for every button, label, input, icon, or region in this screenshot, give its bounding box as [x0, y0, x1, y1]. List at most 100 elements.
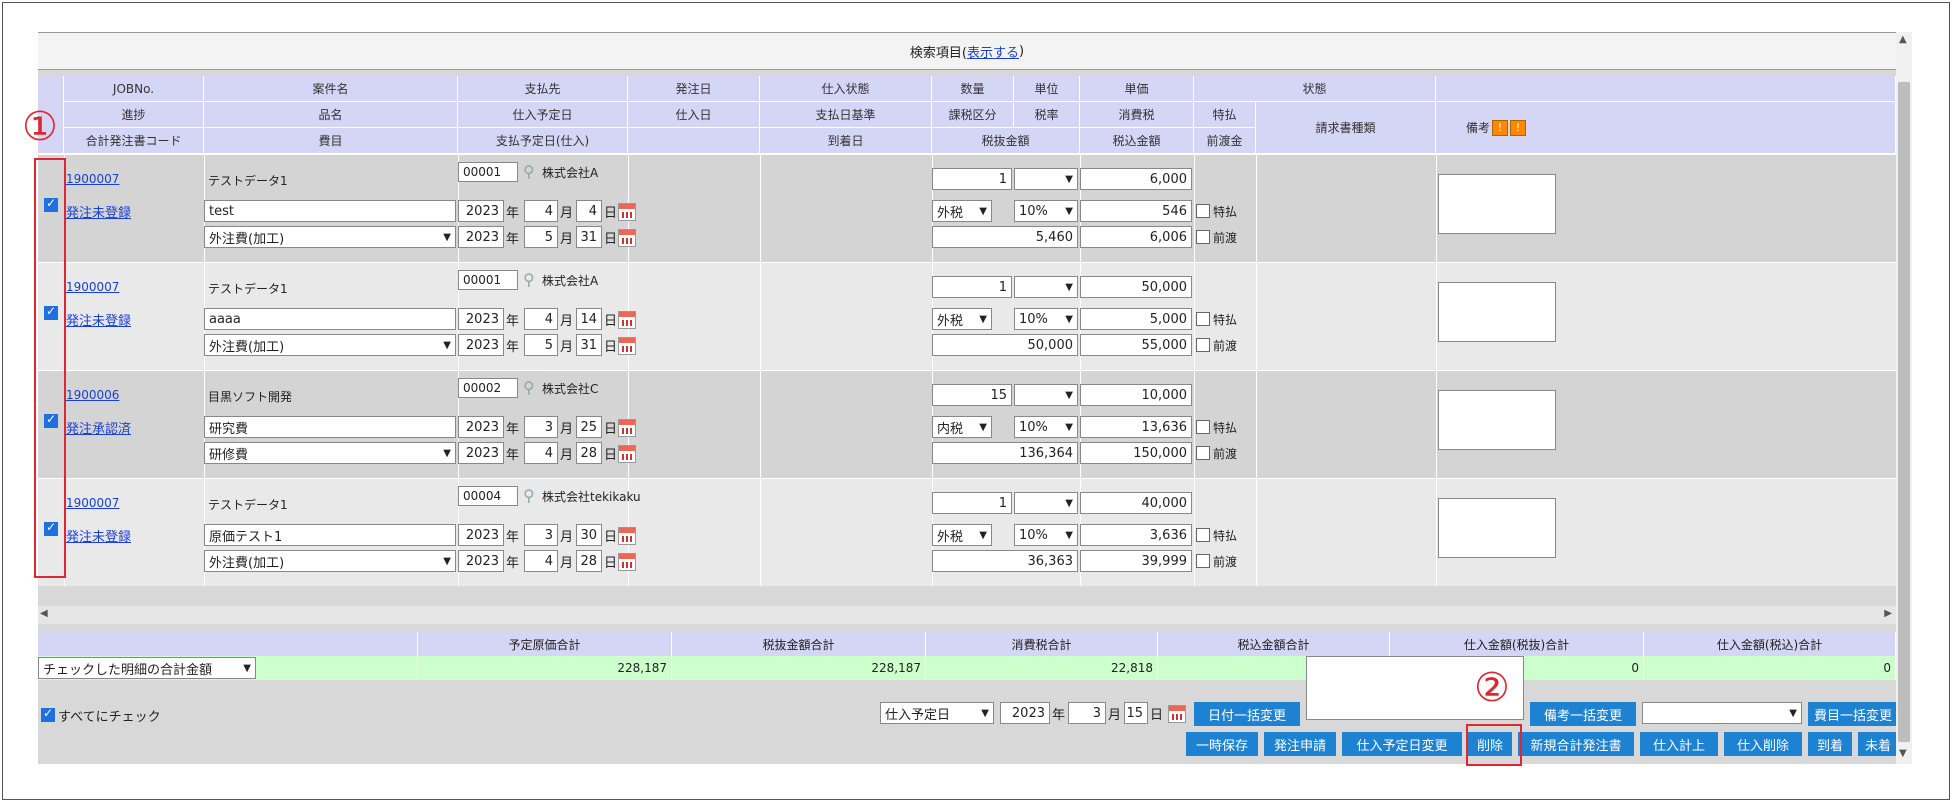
- planned-year-input[interactable]: 2023: [458, 200, 504, 222]
- vendor-code-input[interactable]: 00004: [458, 486, 518, 506]
- planned-day-input[interactable]: 30: [576, 524, 602, 546]
- order-request-button[interactable]: 発注申請: [1264, 732, 1336, 756]
- tax-type-select[interactable]: 内税 ▼: [932, 416, 992, 438]
- scroll-up-icon[interactable]: ▲: [1899, 34, 1907, 45]
- calendar-icon[interactable]: [618, 553, 636, 571]
- consumption-tax-input[interactable]: 3,636: [1080, 524, 1192, 546]
- date-type-select[interactable]: 仕入予定日 ▼: [880, 702, 994, 724]
- remarks-textarea[interactable]: [1438, 174, 1556, 234]
- cost-item-select[interactable]: 外注費(加工) ▼: [204, 334, 456, 356]
- planned-month-input[interactable]: 4: [524, 308, 558, 330]
- payment-year-input[interactable]: 2023: [458, 334, 504, 356]
- planned-year-input[interactable]: 2023: [458, 416, 504, 438]
- payment-day-input[interactable]: 28: [576, 550, 602, 572]
- payment-day-input[interactable]: 31: [576, 334, 602, 356]
- amount-excl-tax-input[interactable]: 5,460: [932, 226, 1078, 248]
- unit-price-input[interactable]: 6,000: [1080, 168, 1192, 190]
- maewatashi-checkbox[interactable]: [1196, 446, 1210, 460]
- search-icon[interactable]: ⚲: [523, 270, 535, 289]
- planned-day-input[interactable]: 25: [576, 416, 602, 438]
- job-number-link[interactable]: 1900007: [66, 172, 119, 186]
- purchase-record-button[interactable]: 仕入計上: [1640, 732, 1718, 756]
- amount-incl-tax-input[interactable]: 6,006: [1080, 226, 1192, 248]
- tax-rate-select[interactable]: 10% ▼: [1014, 416, 1078, 438]
- calendar-icon[interactable]: [618, 419, 636, 437]
- bulk-month-input[interactable]: 3: [1068, 702, 1106, 724]
- unit-select[interactable]: ▼: [1014, 492, 1078, 514]
- bulk-cost-change-button[interactable]: 費目一括変更: [1808, 702, 1896, 726]
- amount-excl-tax-input[interactable]: 36,363: [932, 550, 1078, 572]
- item-name-input[interactable]: test: [204, 200, 456, 222]
- tax-type-select[interactable]: 外税 ▼: [932, 308, 992, 330]
- search-show-link[interactable]: 表示する: [967, 42, 1019, 61]
- payment-month-input[interactable]: 4: [524, 550, 558, 572]
- payment-month-input[interactable]: 5: [524, 334, 558, 356]
- purchase-delete-button[interactable]: 仕入削除: [1724, 732, 1802, 756]
- temp-save-button[interactable]: 一時保存: [1186, 732, 1258, 756]
- payment-day-input[interactable]: 28: [576, 442, 602, 464]
- remarks-textarea[interactable]: [1438, 282, 1556, 342]
- bulk-cost-select[interactable]: ▼: [1642, 702, 1802, 724]
- order-status-link[interactable]: 発注未登録: [66, 310, 131, 329]
- payment-month-input[interactable]: 4: [524, 442, 558, 464]
- calendar-icon[interactable]: [618, 311, 636, 329]
- calendar-icon[interactable]: [618, 229, 636, 247]
- unit-select[interactable]: ▼: [1014, 384, 1078, 406]
- arrival-button[interactable]: 到着: [1808, 732, 1852, 756]
- planned-year-input[interactable]: 2023: [458, 524, 504, 546]
- amount-incl-tax-input[interactable]: 39,999: [1080, 550, 1192, 572]
- tokubarai-checkbox[interactable]: [1196, 204, 1210, 218]
- calendar-icon[interactable]: [618, 203, 636, 221]
- quantity-input[interactable]: 1: [932, 168, 1012, 190]
- order-status-link[interactable]: 発注承認済: [66, 418, 131, 437]
- not-arrived-button[interactable]: 未着: [1858, 732, 1896, 756]
- quantity-input[interactable]: 1: [932, 492, 1012, 514]
- payment-year-input[interactable]: 2023: [458, 442, 504, 464]
- payment-day-input[interactable]: 31: [576, 226, 602, 248]
- tax-rate-select[interactable]: 10% ▼: [1014, 524, 1078, 546]
- tax-rate-select[interactable]: 10% ▼: [1014, 200, 1078, 222]
- vertical-scrollbar[interactable]: ▲ ▼: [1896, 32, 1912, 764]
- maewatashi-checkbox[interactable]: [1196, 338, 1210, 352]
- unit-price-input[interactable]: 40,000: [1080, 492, 1192, 514]
- summary-scope-select[interactable]: チェックした明細の合計金額 ▼: [38, 657, 256, 679]
- job-number-link[interactable]: 1900006: [66, 388, 119, 402]
- remarks-textarea[interactable]: [1438, 390, 1556, 450]
- order-status-link[interactable]: 発注未登録: [66, 202, 131, 221]
- amount-excl-tax-input[interactable]: 136,364: [932, 442, 1078, 464]
- maewatashi-checkbox[interactable]: [1196, 554, 1210, 568]
- payment-year-input[interactable]: 2023: [458, 226, 504, 248]
- calendar-icon[interactable]: [618, 445, 636, 463]
- consumption-tax-input[interactable]: 13,636: [1080, 416, 1192, 438]
- payment-year-input[interactable]: 2023: [458, 550, 504, 572]
- planned-month-input[interactable]: 3: [524, 524, 558, 546]
- calendar-icon[interactable]: [1168, 705, 1186, 723]
- quantity-input[interactable]: 1: [932, 276, 1012, 298]
- vendor-code-input[interactable]: 00002: [458, 378, 518, 398]
- consumption-tax-input[interactable]: 546: [1080, 200, 1192, 222]
- tokubarai-checkbox[interactable]: [1196, 420, 1210, 434]
- unit-price-input[interactable]: 10,000: [1080, 384, 1192, 406]
- vendor-code-input[interactable]: 00001: [458, 162, 518, 182]
- search-icon[interactable]: ⚲: [523, 486, 535, 505]
- check-all-checkbox[interactable]: [41, 706, 55, 722]
- bulk-year-input[interactable]: 2023: [1000, 702, 1050, 724]
- tax-type-select[interactable]: 外税 ▼: [932, 200, 992, 222]
- scroll-thumb[interactable]: [1898, 82, 1910, 742]
- tokubarai-checkbox[interactable]: [1196, 312, 1210, 326]
- maewatashi-checkbox[interactable]: [1196, 230, 1210, 244]
- item-name-input[interactable]: aaaa: [204, 308, 456, 330]
- vendor-code-input[interactable]: 00001: [458, 270, 518, 290]
- bulk-remarks-change-button[interactable]: 備考一括変更: [1530, 702, 1636, 726]
- horizontal-scrollbar[interactable]: ◀ ▶: [38, 606, 1896, 624]
- search-icon[interactable]: ⚲: [523, 162, 535, 181]
- item-name-input[interactable]: 原価テスト1: [204, 524, 456, 546]
- planned-month-input[interactable]: 4: [524, 200, 558, 222]
- scroll-down-icon[interactable]: ▼: [1899, 748, 1907, 759]
- unit-select[interactable]: ▼: [1014, 168, 1078, 190]
- cost-item-select[interactable]: 研修費 ▼: [204, 442, 456, 464]
- new-total-order-button[interactable]: 新規合計発注書: [1518, 732, 1634, 756]
- amount-incl-tax-input[interactable]: 150,000: [1080, 442, 1192, 464]
- cost-item-select[interactable]: 外注費(加工) ▼: [204, 226, 456, 248]
- order-status-link[interactable]: 発注未登録: [66, 526, 131, 545]
